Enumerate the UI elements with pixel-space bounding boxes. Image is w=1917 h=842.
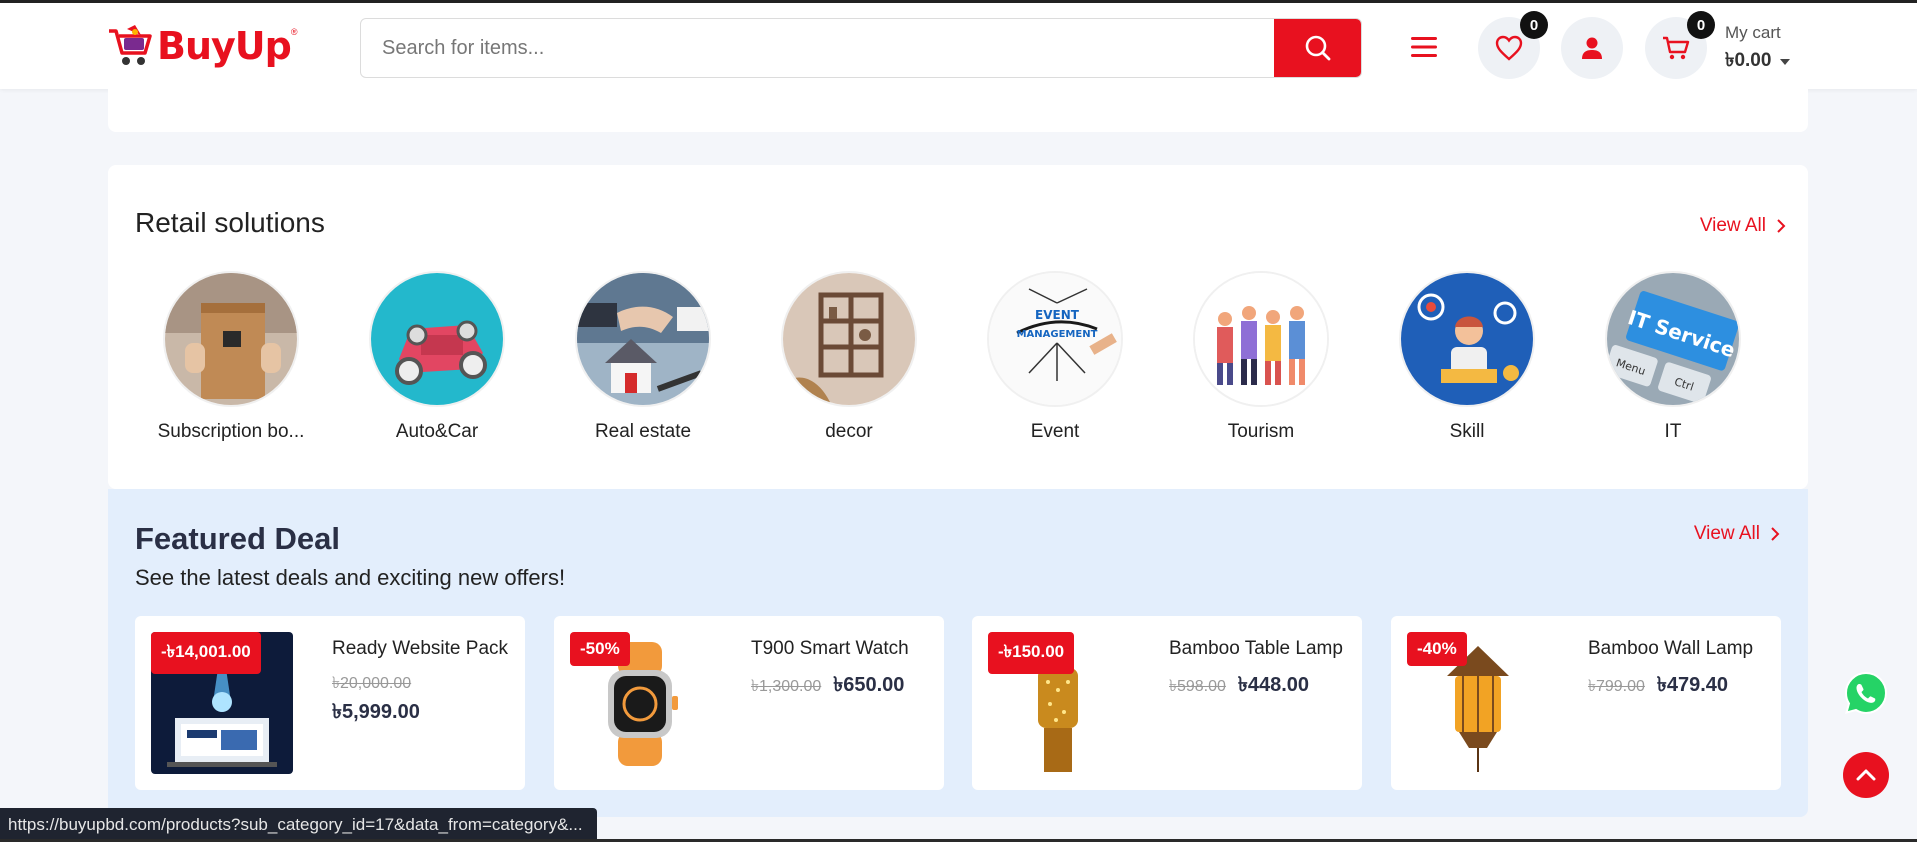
whatsapp-button[interactable] [1843, 670, 1889, 716]
current-price: ৳650.00 [833, 674, 905, 696]
cart-label: My cart [1725, 23, 1781, 42]
old-price: ৳598.00 [1169, 678, 1226, 695]
category-image [1399, 271, 1535, 407]
link-status-bar: https://buyupbd.com/products?sub_categor… [0, 808, 597, 842]
category-auto-car[interactable]: Auto&Car [334, 271, 540, 443]
cart-logo-icon [109, 25, 152, 65]
current-price: ৳479.40 [1656, 674, 1729, 696]
current-price: ৳5,999.00 [332, 701, 420, 723]
category-image [575, 271, 711, 407]
category-label: Real estate [594, 421, 692, 442]
category-skill[interactable]: Skill [1364, 271, 1570, 443]
search-input[interactable] [361, 19, 1276, 77]
cart-button[interactable]: 0 [1645, 11, 1715, 79]
heart-icon [1495, 35, 1523, 61]
cart-total: ৳0.00 [1725, 46, 1791, 78]
category-it[interactable]: IT Service Menu Ctrl IT [1570, 271, 1776, 443]
site-header: BuyUp ® 0 [0, 0, 1917, 89]
category-real-estate[interactable]: Real estate [540, 271, 746, 443]
product-name: Ready Website Pack [332, 638, 509, 659]
category-label: IT [1664, 421, 1682, 442]
svg-text:MANAGEMENT: MANAGEMENT [1017, 329, 1098, 340]
logo-text: BuyUp [157, 24, 292, 68]
whatsapp-icon [1844, 671, 1888, 715]
chevron-right-icon [1777, 219, 1786, 233]
product-card-bamboo-table-lamp[interactable]: -৳150.00 Bamboo Table Lamp ৳598.00 ৳448.… [972, 616, 1362, 790]
view-all-label: View All [1699, 215, 1766, 236]
product-prices: ৳20,000.00 ৳5,999.00 [332, 670, 512, 730]
view-all-label: View All [1693, 523, 1760, 544]
category-label: Skill [1449, 421, 1485, 442]
old-price: ৳20,000.00 [332, 675, 412, 692]
category-image [369, 271, 505, 407]
old-price: ৳1,300.00 [751, 678, 822, 695]
search-icon [1305, 35, 1330, 61]
category-event[interactable]: EVENT MANAGEMENT Event [952, 271, 1158, 443]
product-info: T900 Smart Watch ৳1,300.00 ৳650.00 [751, 636, 931, 703]
category-subscription-box[interactable]: Subscription bo... [128, 271, 334, 443]
product-card-ready-website-pack[interactable]: -৳14,001.00 Ready Website Pack ৳20,000.0… [135, 616, 525, 790]
user-icon [1582, 37, 1602, 59]
category-image: EVENT MANAGEMENT [987, 271, 1123, 407]
product-prices: ৳799.00 ৳479.40 [1588, 670, 1768, 703]
category-image [781, 271, 917, 407]
search-button[interactable] [1274, 19, 1361, 77]
discount-badge: -৳14,001.00 [151, 632, 261, 674]
scroll-to-top-button[interactable] [1843, 752, 1889, 798]
account-button[interactable] [1561, 17, 1623, 79]
section-subtitle: See the latest deals and exciting new of… [135, 565, 566, 590]
cart-icon [1663, 36, 1690, 60]
product-info: Bamboo Wall Lamp ৳799.00 ৳479.40 [1588, 636, 1768, 703]
product-card-bamboo-wall-lamp[interactable]: -40% Bamboo Wall Lamp ৳799.00 ৳479.40 [1391, 616, 1781, 790]
caret-down-icon [1780, 59, 1791, 65]
category-image [163, 271, 299, 407]
section-title: Retail solutions [135, 207, 325, 238]
featured-view-all-link[interactable]: View All [1694, 523, 1780, 545]
category-image [1193, 271, 1329, 407]
product-name: Bamboo Table Lamp [1169, 638, 1343, 659]
category-decor[interactable]: decor [746, 271, 952, 443]
category-label: decor [825, 421, 873, 442]
menu-button[interactable] [1409, 33, 1439, 61]
status-url: https://buyupbd.com/products?sub_categor… [8, 815, 583, 834]
cart-summary[interactable]: My cart ৳0.00 [1725, 23, 1791, 78]
featured-deal-section: Featured Deal See the latest deals and e… [108, 489, 1808, 817]
logo-registered: ® [290, 27, 298, 37]
cart-total-value: ৳0.00 [1725, 50, 1772, 71]
current-price: ৳448.00 [1237, 674, 1310, 696]
category-label: Event [1030, 421, 1080, 442]
chevron-up-icon [1856, 769, 1876, 781]
product-name: Bamboo Wall Lamp [1588, 638, 1754, 659]
discount-badge: -40% [1407, 632, 1467, 666]
retail-view-all-link[interactable]: View All [1700, 215, 1786, 237]
category-image: IT Service Menu Ctrl [1605, 271, 1741, 407]
product-name: T900 Smart Watch [751, 638, 909, 659]
search-bar [360, 18, 1362, 78]
discount-badge: -৳150.00 [988, 632, 1075, 674]
product-card-t900-smart-watch[interactable]: -50% T900 Smart Watch ৳1,300.00 ৳650.00 [554, 616, 944, 790]
retail-solutions-section: Retail solutions View All Subscription b… [108, 165, 1808, 489]
hamburger-icon [1411, 37, 1437, 57]
svg-text:EVENT: EVENT [1035, 308, 1080, 322]
wishlist-button[interactable]: 0 [1478, 11, 1548, 79]
category-label: Auto&Car [395, 421, 479, 442]
category-label: Subscription bo... [157, 421, 305, 442]
product-info: Ready Website Pack ৳20,000.00 ৳5,999.00 [332, 636, 512, 730]
previous-section-card [108, 80, 1808, 132]
product-prices: ৳1,300.00 ৳650.00 [751, 670, 931, 703]
buyup-logo[interactable]: BuyUp ® [107, 21, 298, 71]
product-prices: ৳598.00 ৳448.00 [1169, 670, 1349, 703]
section-title: Featured Deal [135, 521, 341, 556]
category-tourism[interactable]: Tourism [1158, 271, 1364, 443]
discount-badge: -50% [570, 632, 630, 666]
product-info: Bamboo Table Lamp ৳598.00 ৳448.00 [1169, 636, 1349, 703]
cart-count-badge: 0 [1687, 11, 1715, 39]
wishlist-count-badge: 0 [1520, 11, 1548, 39]
category-label: Tourism [1227, 421, 1295, 442]
old-price: ৳799.00 [1588, 678, 1645, 695]
chevron-right-icon [1771, 527, 1780, 541]
